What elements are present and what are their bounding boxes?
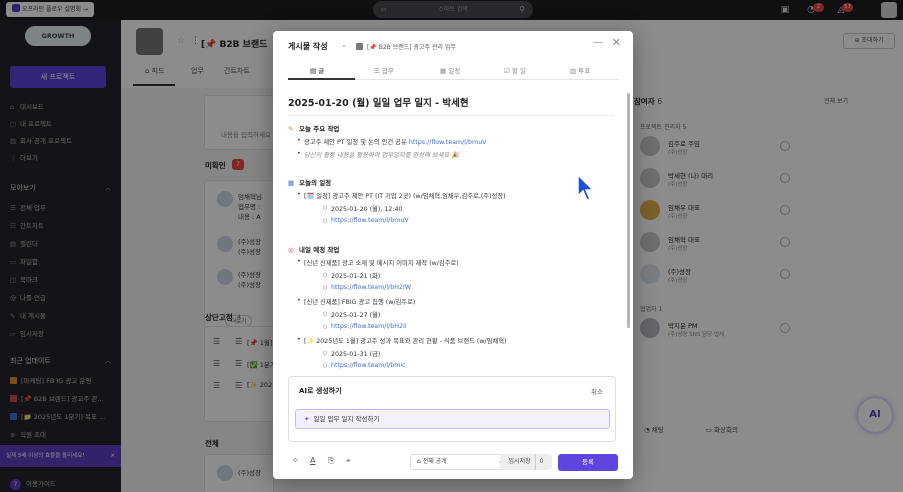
checkbox-icon: ☑ [504,67,512,75]
chevron-down-icon[interactable]: ⌄ [341,41,347,49]
plan-date: 2025-01-31 (금) [323,349,380,358]
minimize-icon[interactable]: — [593,37,603,48]
post-body-editor[interactable]: 2025-01-20 (월) 일일 업무 일지 - 박세현 ✎ 오늘 주요 작업 … [288,91,618,371]
doc-icon: ▤ [310,67,319,75]
sparkle-icon: ✦ [304,415,310,423]
attachment-icon[interactable]: ⎘ [328,456,334,466]
ai-panel-title: AI로 생성하기 [299,387,342,395]
text-format-icon[interactable]: A [310,456,315,465]
active-tab-underline [288,78,355,80]
tab-vote[interactable]: ▥ 투표 [570,65,590,75]
schedule-item: [🗓️ 일정] 광고주 제안 PT (IT 기업 2곳) (w/임채혁,임채우,… [297,191,506,200]
schedule-date: 2025-01-20 (월), 12:40 [323,204,403,213]
section-schedule-heading: ▦ 오늘의 일정 [288,179,332,187]
section-plan-heading: ◎ 내일 예정 작업 [288,246,340,254]
schedule-link[interactable]: https://flow.team/l/bmuV [323,217,409,224]
plan-date: 2025-01-21 (화) [323,271,380,280]
modal-footer: ✧ A ⎘ ⌖ ⌂ 전체 공개⌄ 임시저장0 등록 [288,451,618,473]
project-color-icon [356,43,363,50]
title-divider [288,115,614,116]
tab-text[interactable]: ▤ 글 [310,65,324,75]
ai-sparkle-icon[interactable]: ✧ [292,456,299,465]
editor-scrollbar[interactable] [627,93,630,328]
project-selector[interactable]: [📌 B2B 브랜드] 광고주 관리 업무 [356,42,456,51]
ai-generate-panel: AI로 생성하기 취소 ✦ 일일 업무 일지 작성하기 [288,376,616,442]
temp-save-button[interactable]: 임시저장 0 [500,454,552,470]
location-icon[interactable]: ⌖ [346,456,351,466]
plan-link[interactable]: https://flow.team/l/bH2IW [323,284,411,291]
tab-schedule[interactable]: ▦ 일정 [440,65,460,75]
visibility-select[interactable]: ⌂ 전체 공개⌄ [410,454,510,470]
target-icon: ◎ [288,246,294,254]
temp-save-count: 0 [534,454,543,470]
tab-todo[interactable]: ☑ 할 일 [504,65,526,75]
vote-icon: ▥ [570,67,579,75]
plan-date: 2025-01-27 (월) [323,310,380,319]
plan-link[interactable]: https://flow.team/l/bmic [323,362,406,369]
task-icon: ☰ [374,67,382,75]
tab-task[interactable]: ☰ 업무 [374,65,394,75]
modal-header: 게시물 작성 ⌄ [📌 B2B 브랜드] 광고주 관리 업무 — ✕ [273,31,633,61]
calendar-icon: ▦ [288,179,295,187]
close-icon[interactable]: ✕ [612,36,621,49]
plan-item: [신년 신제품] FBIG 광고 집행 (w/김주로) [297,297,415,306]
post-title[interactable]: 2025-01-20 (월) 일일 업무 일지 - 박세현 [288,95,469,109]
modal-title: 게시물 작성 [288,42,328,51]
plan-link[interactable]: https://flow.team/l/bH2Ii [323,323,407,330]
today-item: 광고주 제안 PT 일정 및 논의 안건 공유 https://flow.tea… [297,137,487,146]
section-today-heading: ✎ 오늘 주요 작업 [288,125,340,133]
mouse-cursor-icon [577,174,595,201]
calendar-icon: ▦ [440,67,449,75]
ai-suggestion-daily-log[interactable]: ✦ 일일 업무 일지 작성하기 [295,409,610,429]
ai-cancel-button[interactable]: 취소 [591,386,603,396]
submit-button[interactable]: 등록 [558,454,618,471]
memo-icon: ✎ [288,125,294,133]
plan-item: [신년 신제품] 광고 소재 및 메시지 이미지 제작 (w/김주로) [297,258,459,267]
plan-item: [✨ 2025년도 1월] 광고주 성과 목표와 관리 현황 - 식품 브랜드 … [297,336,506,345]
post-compose-modal: 게시물 작성 ⌄ [📌 B2B 브랜드] 광고주 관리 업무 — ✕ ▤ 글 ☰… [273,31,633,479]
post-type-tabs: ▤ 글 ☰ 업무 ▦ 일정 ☑ 할 일 ▥ 투표 [288,61,618,80]
ai-hint-text: 당신의 활동 내용을 활용하여 업무일지를 완성해 보세요 🎉 [297,150,459,159]
today-link[interactable]: https://flow.team/l/bmuV [409,139,487,146]
